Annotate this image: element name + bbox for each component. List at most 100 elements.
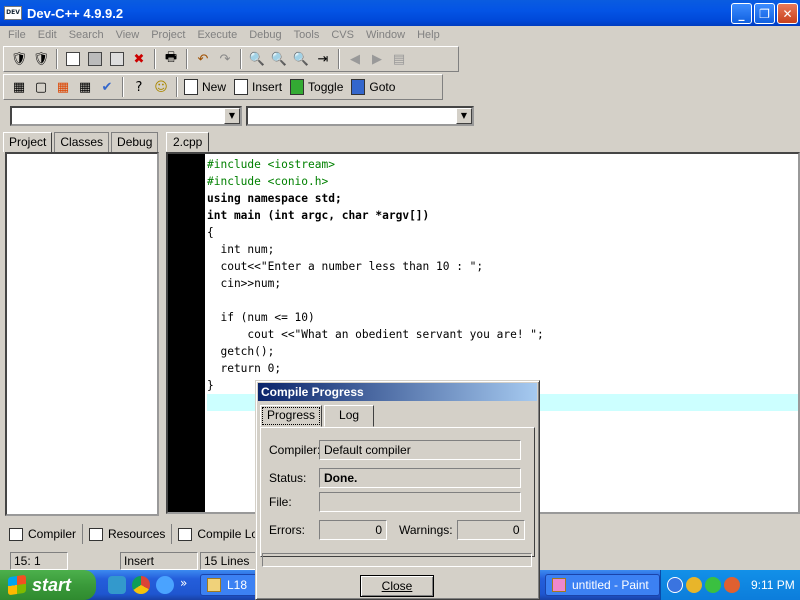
tray-expand-icon[interactable]: [667, 577, 683, 593]
file-label: File:: [269, 495, 292, 509]
menu-edit[interactable]: Edit: [32, 29, 63, 41]
code-line: cout <<"What an obedient servant you are…: [207, 328, 544, 341]
toolbar-separator: [154, 49, 156, 69]
restore-button[interactable]: ❐: [754, 3, 775, 24]
goto-bookmark-button[interactable]: Goto: [351, 79, 395, 95]
toggle-bookmark-button[interactable]: Toggle: [290, 79, 343, 95]
menu-cvs[interactable]: CVS: [325, 29, 360, 41]
goto-line-icon[interactable]: ⇥: [313, 49, 333, 69]
code-area[interactable]: #include <iostream> #include <conio.h> u…: [207, 156, 798, 411]
find-icon[interactable]: 🔍: [247, 49, 267, 69]
chevron-down-icon[interactable]: ▼: [224, 108, 240, 124]
menu-tools[interactable]: Tools: [288, 29, 326, 41]
line-count: 15 Lines in: [200, 552, 260, 570]
print-icon[interactable]: 🖶: [161, 49, 181, 69]
compile-log-icon: [178, 527, 193, 541]
run-icon[interactable]: ▢: [31, 77, 51, 97]
start-button[interactable]: start: [0, 570, 96, 600]
check-icon[interactable]: ✔: [97, 77, 117, 97]
toggle-icon: [290, 79, 305, 95]
new-file-icon[interactable]: [63, 49, 83, 69]
system-tray: 9:11 PM: [660, 570, 800, 600]
tab-file-2cpp[interactable]: 2.cpp: [166, 132, 210, 152]
menu-help[interactable]: Help: [411, 29, 446, 41]
menu-window[interactable]: Window: [360, 29, 411, 41]
class-combo[interactable]: ▼: [10, 106, 242, 126]
errors-label: Errors:: [269, 523, 305, 537]
chrome-tray-icon[interactable]: [724, 577, 740, 593]
quick-launch: »: [108, 576, 190, 594]
insert-icon: [234, 79, 249, 95]
menu-project[interactable]: Project: [145, 29, 191, 41]
tab-debug[interactable]: Debug: [111, 132, 159, 152]
insert-button[interactable]: Insert: [234, 79, 282, 95]
status-label: Status:: [269, 471, 307, 485]
tab-resources[interactable]: Resources: [83, 524, 173, 544]
left-panel: Project Classes Debug: [3, 132, 161, 518]
folder-icon: [207, 578, 221, 592]
new-project-icon[interactable]: 🛡: [9, 49, 29, 69]
tab-compiler[interactable]: Compiler: [3, 524, 84, 544]
status-value: Done.: [319, 468, 521, 488]
new-class-label: New: [202, 80, 227, 94]
code-line: {: [207, 226, 214, 239]
help-icon[interactable]: ?: [129, 77, 149, 97]
secondary-toolbar: ▦ ▢ ▦ ▦ ✔ ? ☺ New Insert Toggle Goto: [3, 74, 443, 100]
menu-file[interactable]: File: [2, 29, 32, 41]
file-value: [319, 492, 521, 512]
back-icon[interactable]: ◀: [345, 49, 365, 69]
code-line: int main (int argc, char *argv[]): [207, 209, 430, 222]
quick-launch-more-icon[interactable]: »: [180, 576, 190, 594]
chevron-down-icon[interactable]: ▼: [456, 108, 472, 124]
tab-log[interactable]: Log: [324, 405, 375, 427]
resources-icon: [89, 527, 104, 541]
window-title: Dev-C++ 4.9.9.2: [27, 5, 124, 21]
bookmark-icon[interactable]: ▤: [389, 49, 409, 69]
save-icon[interactable]: [85, 49, 105, 69]
member-combo[interactable]: ▼: [246, 106, 474, 126]
new-class-button[interactable]: New: [184, 79, 226, 95]
compile-icon[interactable]: ▦: [9, 77, 29, 97]
progress-bar: [262, 553, 532, 567]
menu-bar: File Edit Search View Project Execute De…: [0, 26, 800, 44]
tab-progress[interactable]: Progress: [260, 405, 323, 427]
close-button-label: Close: [381, 579, 413, 593]
menu-view[interactable]: View: [110, 29, 146, 41]
tab-project[interactable]: Project: [3, 132, 53, 152]
find-next-icon[interactable]: 🔍: [291, 49, 311, 69]
menu-search[interactable]: Search: [63, 29, 110, 41]
about-icon[interactable]: ☺: [151, 77, 171, 97]
minimize-button[interactable]: _: [731, 3, 752, 24]
redo-icon[interactable]: ↷: [215, 49, 235, 69]
save-all-icon[interactable]: [107, 49, 127, 69]
forward-icon[interactable]: ▶: [367, 49, 387, 69]
compile-run-icon[interactable]: ▦: [53, 77, 73, 97]
tab-classes[interactable]: Classes: [54, 132, 110, 152]
open-project-icon[interactable]: 🛡: [31, 49, 51, 69]
project-tree[interactable]: [5, 152, 159, 516]
task-paint[interactable]: untitled - Paint: [545, 574, 660, 596]
chrome-icon[interactable]: [132, 576, 150, 594]
menu-execute[interactable]: Execute: [191, 29, 243, 41]
close-file-icon[interactable]: ✖: [129, 49, 149, 69]
windows-logo-icon: [8, 574, 26, 596]
undo-icon[interactable]: ↶: [193, 49, 213, 69]
close-window-button[interactable]: ✕: [777, 3, 798, 24]
code-line: int num;: [207, 243, 275, 256]
security-shield-icon[interactable]: [686, 577, 702, 593]
replace-icon[interactable]: 🔍: [269, 49, 289, 69]
insert-label: Insert: [252, 80, 283, 94]
code-line: cin>>num;: [207, 277, 282, 290]
code-line: getch();: [207, 345, 275, 358]
warnings-label: Warnings:: [399, 523, 453, 537]
antivirus-icon[interactable]: [705, 577, 721, 593]
warnings-value: 0: [456, 520, 525, 540]
toolbar-separator: [56, 49, 58, 69]
code-line: #include <iostream>: [207, 158, 335, 171]
ie-icon[interactable]: [156, 576, 174, 594]
dev-cpp-launch-icon[interactable]: [108, 576, 126, 594]
rebuild-icon[interactable]: ▦: [75, 77, 95, 97]
close-button[interactable]: Close: [360, 575, 434, 597]
bottom-tabs: Compiler Resources Compile Log: [3, 522, 272, 546]
menu-debug[interactable]: Debug: [243, 29, 287, 41]
